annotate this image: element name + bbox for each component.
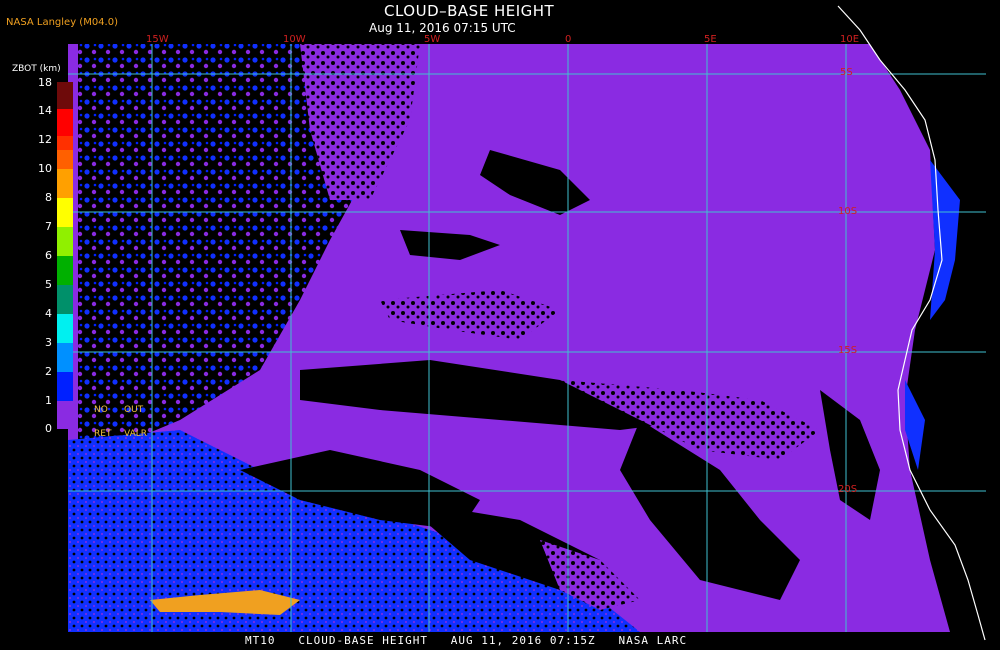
lat-label-20s: 20S	[838, 484, 858, 495]
legend-tick-18: 18	[38, 76, 52, 89]
footer-caption: MT10 CLOUD-BASE HEIGHT AUG 11, 2016 07:1…	[245, 634, 688, 647]
legend-swatch-0	[57, 82, 73, 109]
legend-tick-2: 2	[45, 365, 52, 378]
lon-label-5w: 5W	[424, 34, 441, 45]
legend-tick-1: 1	[45, 394, 52, 407]
legend-tick-6: 6	[45, 249, 52, 262]
satellite-map	[68, 5, 986, 641]
lon-label-5e: 5E	[704, 34, 717, 45]
legend-swatch-10	[57, 343, 73, 372]
legend-swatch-4	[57, 169, 73, 198]
legend-tick-0: 0	[45, 422, 52, 435]
legend-swatch-6	[57, 227, 73, 256]
legend-tick-10: 10	[38, 162, 52, 175]
lon-label-10w: 10W	[283, 34, 306, 45]
legend-swatch-2	[57, 136, 73, 150]
legend-swatch-1	[57, 109, 73, 136]
legend-swatch-7	[57, 256, 73, 285]
legend-swatch-11	[57, 372, 73, 401]
lat-label-5s: 5S	[840, 67, 853, 78]
legend-tick-12: 12	[38, 133, 52, 146]
legend-tick-3: 3	[45, 336, 52, 349]
legend-note-valr: VALR	[124, 429, 148, 439]
lon-label-15w: 15W	[146, 34, 169, 45]
legend-swatch-8	[57, 285, 73, 314]
legend-tick-14: 14	[38, 104, 52, 117]
lat-label-15s: 15S	[838, 345, 858, 356]
legend-tick-7: 7	[45, 220, 52, 233]
lat-label-10s: 10S	[838, 206, 858, 217]
legend-tick-5: 5	[45, 278, 52, 291]
legend-unit-label: ZBOT (km)	[12, 64, 61, 74]
legend-note-out: OUT	[124, 405, 144, 415]
lon-label-0: 0	[565, 34, 572, 45]
legend-note-no: NO	[94, 405, 108, 415]
cloud-field	[68, 44, 986, 632]
legend-swatch-5	[57, 198, 73, 227]
lon-label-10e: 10E	[840, 34, 860, 45]
legend-tick-4: 4	[45, 307, 52, 320]
legend-swatch-3	[57, 150, 73, 169]
legend-note-ret: RET	[94, 429, 112, 439]
legend-swatch-9	[57, 314, 73, 343]
legend-tick-8: 8	[45, 191, 52, 204]
legend-swatch-12	[57, 401, 73, 429]
